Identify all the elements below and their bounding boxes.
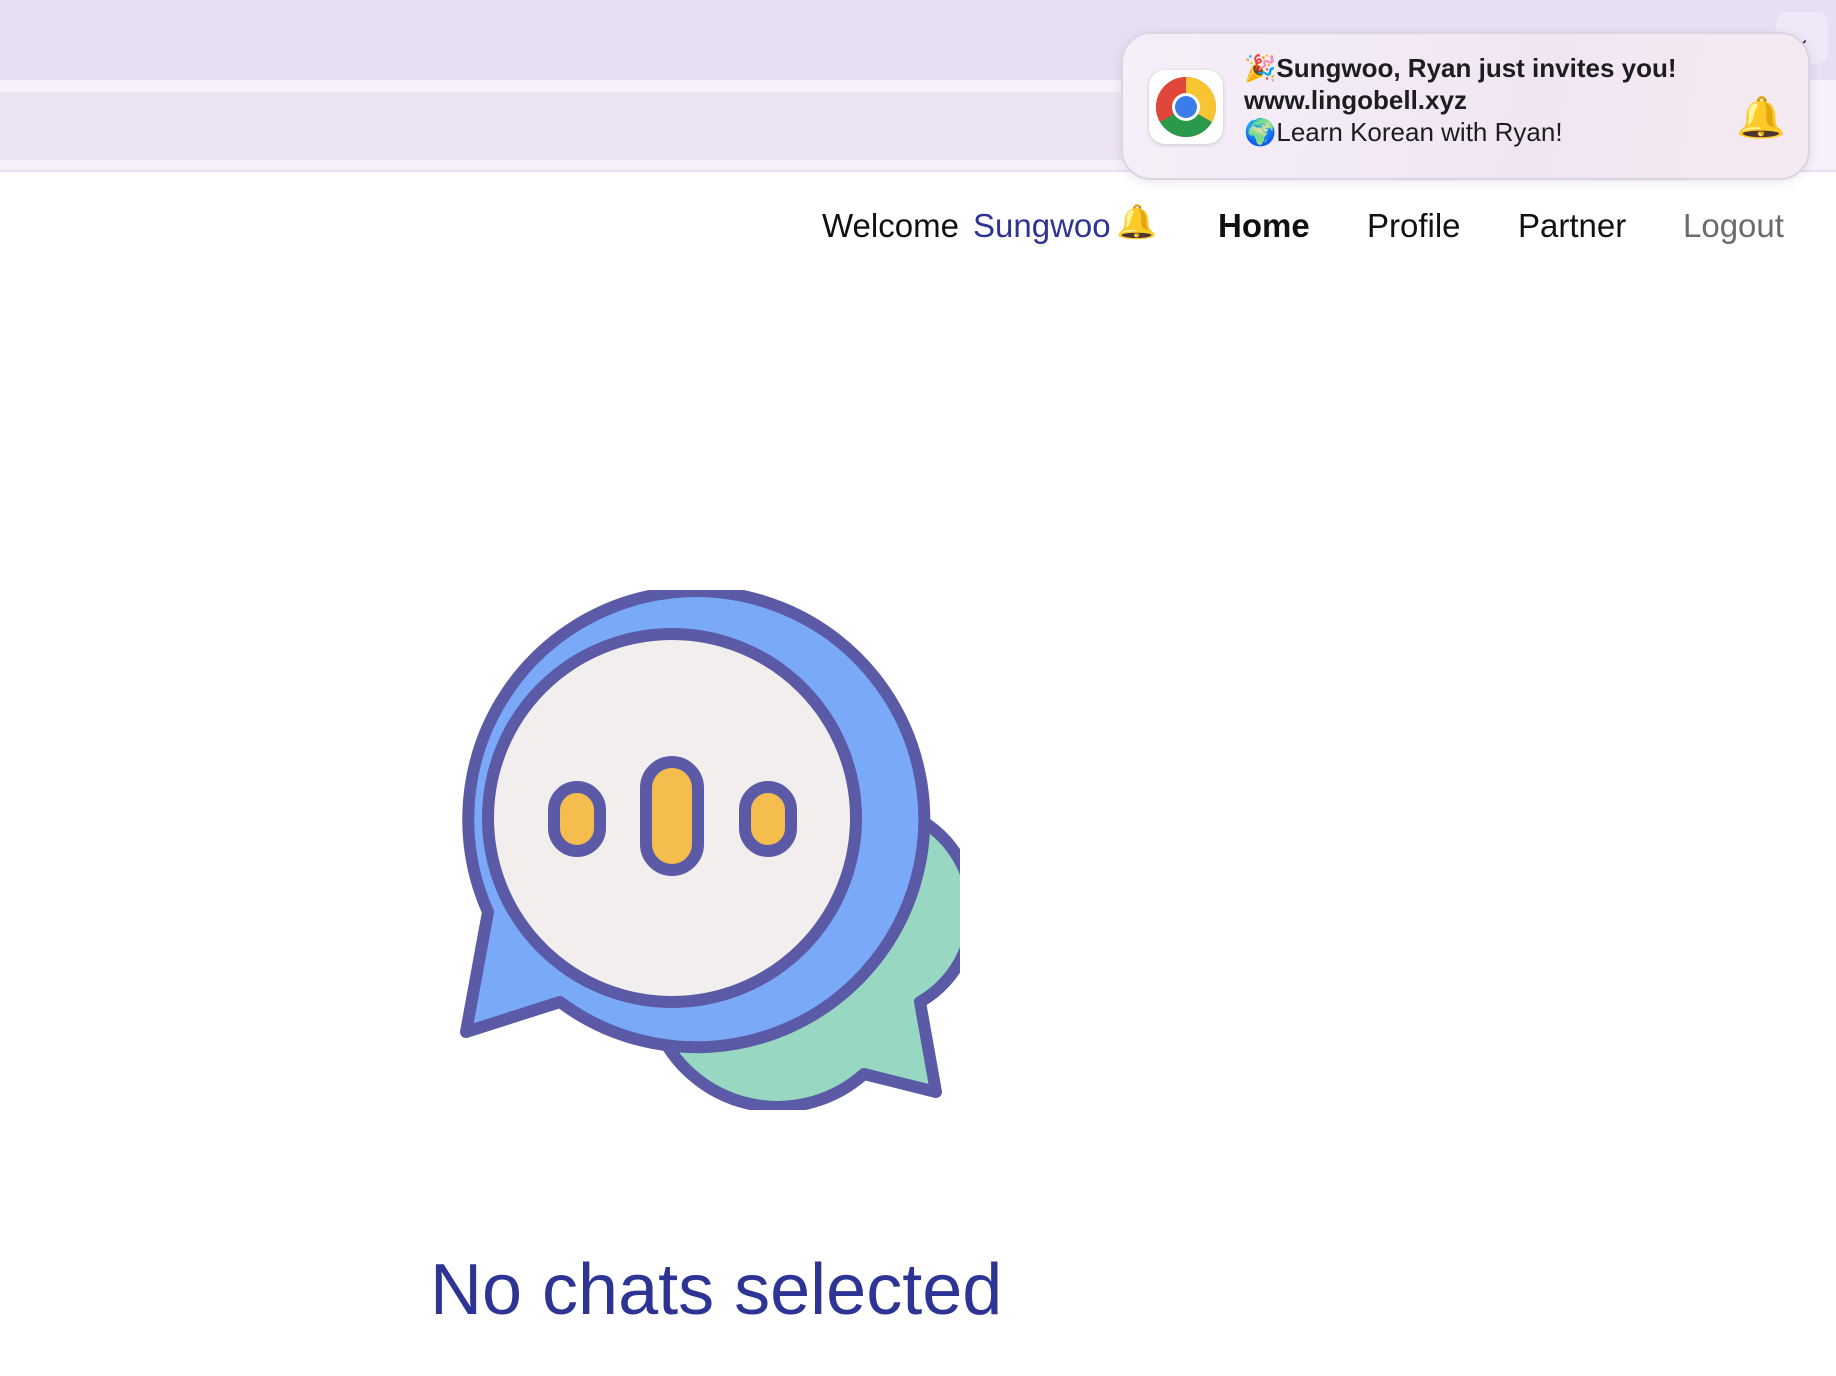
notification-title: 🎉Sungwoo, Ryan just invites you! [1244,53,1677,83]
bell-icon: 🔔 [1116,203,1158,240]
bell-icon: 🔔 [1736,96,1786,140]
notification-body: 🌍Learn Korean with Ryan! [1244,117,1563,147]
top-navigation: Welcome Sungwoo 🔔 Home Profile Partner L… [0,203,1836,266]
notification-subtitle: www.lingobell.xyz [1244,85,1467,115]
user-name: Sungwoo [973,207,1111,244]
welcome-label: Welcome [822,207,959,244]
nav-home-link[interactable]: Home [1218,206,1310,246]
nav-profile-link[interactable]: Profile [1367,206,1461,246]
nav-logout-link[interactable]: Logout [1683,206,1784,246]
nav-partner-link[interactable]: Partner [1518,206,1626,246]
empty-state-title: No chats selected [430,1250,1003,1330]
notification-toast[interactable]: 🎉Sungwoo, Ryan just invites you! www.lin… [1121,32,1810,180]
chat-bubbles-icon [440,585,979,1113]
chrome-icon [1149,70,1223,144]
